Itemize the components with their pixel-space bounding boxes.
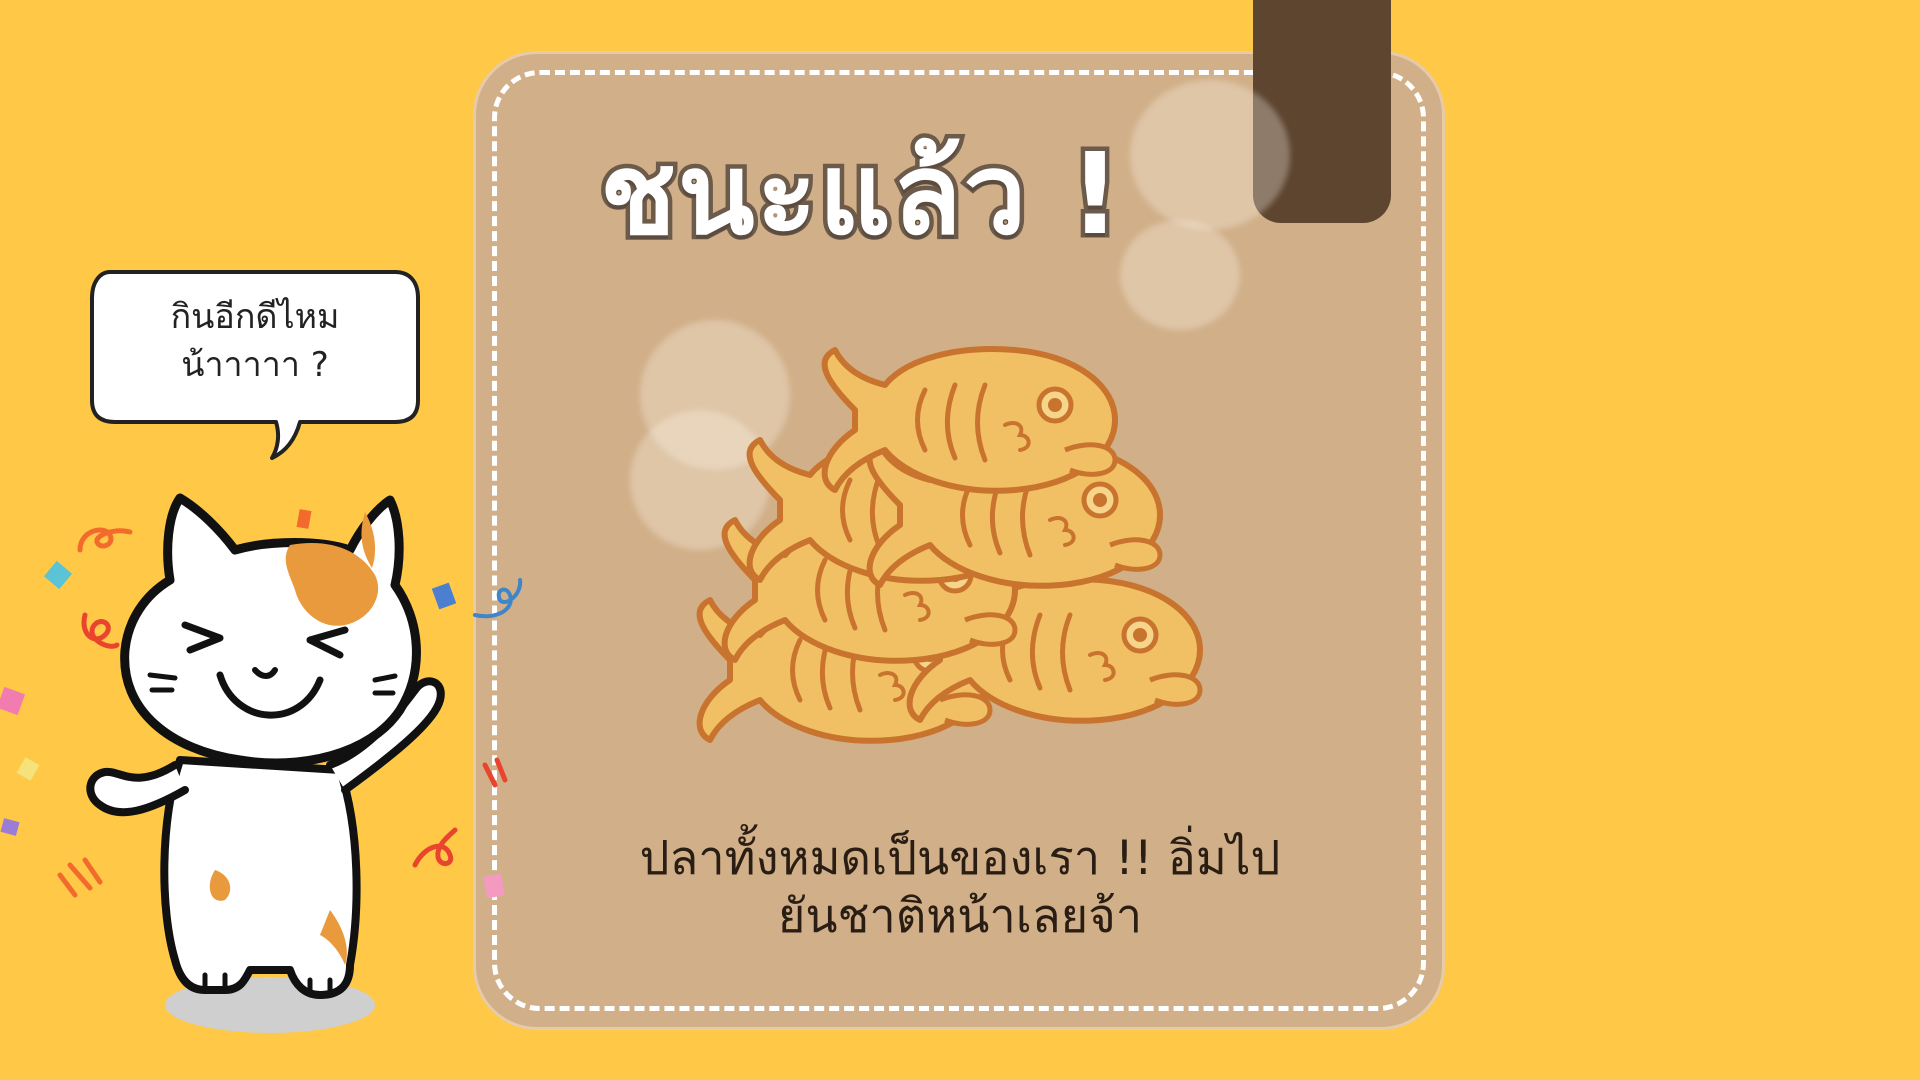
result-caption: ปลาทั้งหมดเป็นของเรา !! อิ่มไป ยันชาติหน… bbox=[560, 830, 1360, 946]
happy-cat-icon bbox=[57, 493, 508, 1033]
caption-line-2: ยันชาติหน้าเลยจ้า bbox=[777, 889, 1143, 944]
speech-line-1: กินอีกดีไหม bbox=[170, 297, 340, 337]
speech-bubble-text: กินอีกดีไหม น้าาาาา ? bbox=[90, 293, 420, 389]
win-title: ชนะแล้ว ! bbox=[596, 126, 1126, 265]
speech-line-2: น้าาาาา ? bbox=[181, 345, 329, 385]
caption-line-1: ปลาทั้งหมดเป็นของเรา !! อิ่มไป bbox=[639, 831, 1281, 886]
taiyaki-pile-icon bbox=[685, 320, 1245, 790]
